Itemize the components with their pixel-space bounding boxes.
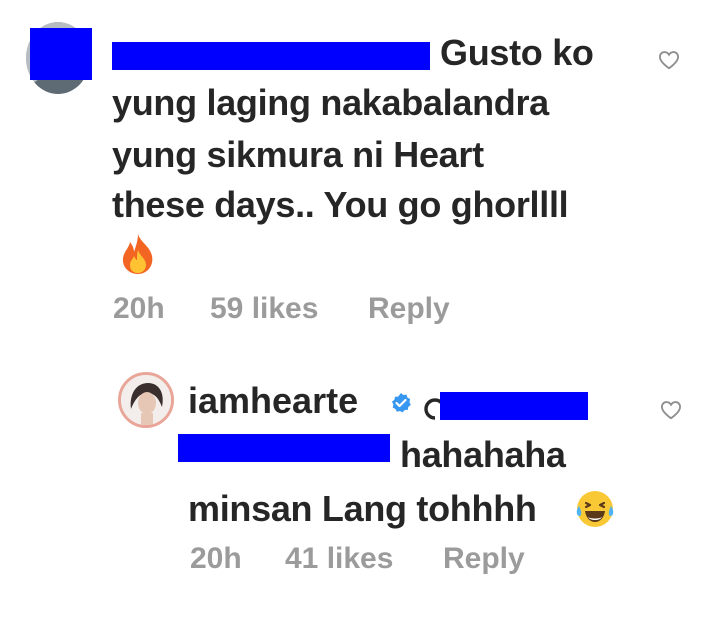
like-heart-icon[interactable] (658, 50, 680, 70)
fire-icon (122, 234, 153, 274)
comment-text-line-2: yung laging nakabalandra (112, 82, 549, 123)
comment-timestamp: 20h (113, 292, 165, 325)
comment-text-line-1: Gusto ko (440, 32, 594, 73)
mention-redaction-continued (178, 434, 390, 462)
comment-reply-button[interactable]: Reply (368, 292, 450, 326)
reply-timestamp: 20h (190, 542, 242, 575)
verified-badge-icon (392, 393, 411, 413)
reply-likes-count[interactable]: 41 likes (285, 542, 393, 576)
reply-text-line-1: hahahaha (400, 434, 566, 475)
reply-avatar[interactable] (118, 372, 174, 428)
avatar-image (121, 375, 171, 425)
comment-text-line-4: these days.. You go ghorllll (112, 184, 569, 225)
reply-username[interactable]: iamhearte (188, 380, 358, 422)
commenter-username-redaction (112, 42, 430, 70)
avatar-redaction (30, 28, 92, 80)
comment-likes-count[interactable]: 59 likes (210, 292, 318, 326)
reply-reply-button[interactable]: Reply (443, 542, 525, 576)
laughing-tears-icon (576, 491, 614, 527)
comment-text-line-3: yung sikmura ni Heart (112, 134, 484, 175)
mention-redaction (440, 392, 588, 420)
reply-text-line-2: minsan Lang tohhhh (188, 488, 537, 529)
like-heart-icon[interactable] (660, 400, 682, 420)
